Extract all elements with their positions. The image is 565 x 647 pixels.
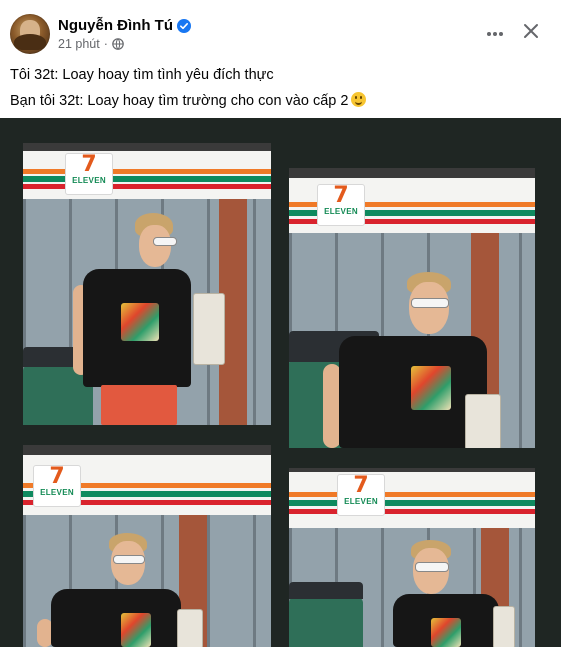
store-logo-word: ELEVEN bbox=[72, 176, 106, 185]
post-text: Tôi 32t: Loay hoay tìm tình yêu đích thự… bbox=[10, 62, 555, 114]
store-logo-word: ELEVEN bbox=[40, 488, 74, 497]
verified-badge-icon bbox=[177, 18, 191, 33]
close-icon bbox=[523, 23, 539, 44]
smiling-face-icon bbox=[351, 92, 367, 107]
store-logo-number: 7 bbox=[81, 152, 97, 177]
photo-grid: 7 ELEVEN 7 ELEVEN 7 ELEVEN 7 ELEVEN bbox=[0, 118, 561, 647]
person bbox=[73, 213, 225, 425]
post-meta: 21 phút · bbox=[58, 37, 124, 51]
store-logo-word: ELEVEN bbox=[344, 497, 378, 506]
photo-1[interactable]: 7 ELEVEN bbox=[23, 143, 271, 425]
photo-2[interactable]: 7 ELEVEN bbox=[289, 168, 535, 448]
more-options-button[interactable] bbox=[478, 20, 512, 46]
author-avatar[interactable] bbox=[10, 14, 50, 54]
person bbox=[385, 540, 515, 647]
photo-4[interactable]: 7 ELEVEN bbox=[289, 468, 535, 647]
post-time[interactable]: 21 phút bbox=[58, 37, 100, 51]
person bbox=[323, 272, 513, 448]
globe-icon[interactable] bbox=[112, 38, 124, 50]
meta-separator: · bbox=[103, 37, 108, 51]
store-logo-number: 7 bbox=[353, 473, 369, 498]
store-logo-word: ELEVEN bbox=[324, 207, 358, 216]
more-options-icon bbox=[486, 24, 504, 42]
author-name[interactable]: Nguyễn Đình Tú bbox=[58, 17, 173, 34]
photo-3[interactable]: 7 ELEVEN bbox=[23, 445, 271, 647]
close-button[interactable] bbox=[516, 18, 546, 48]
store-logo-number: 7 bbox=[49, 464, 65, 489]
post-header: Nguyễn Đình Tú 21 phút · bbox=[0, 0, 565, 62]
post-line-2: Bạn tôi 32t: Loay hoay tìm trường cho co… bbox=[10, 88, 555, 114]
author-row: Nguyễn Đình Tú bbox=[58, 17, 191, 34]
post-line-2-text: Bạn tôi 32t: Loay hoay tìm trường cho co… bbox=[10, 93, 349, 109]
person bbox=[37, 533, 207, 647]
post-line-1: Tôi 32t: Loay hoay tìm tình yêu đích thự… bbox=[10, 67, 274, 83]
store-logo-number: 7 bbox=[333, 183, 349, 208]
